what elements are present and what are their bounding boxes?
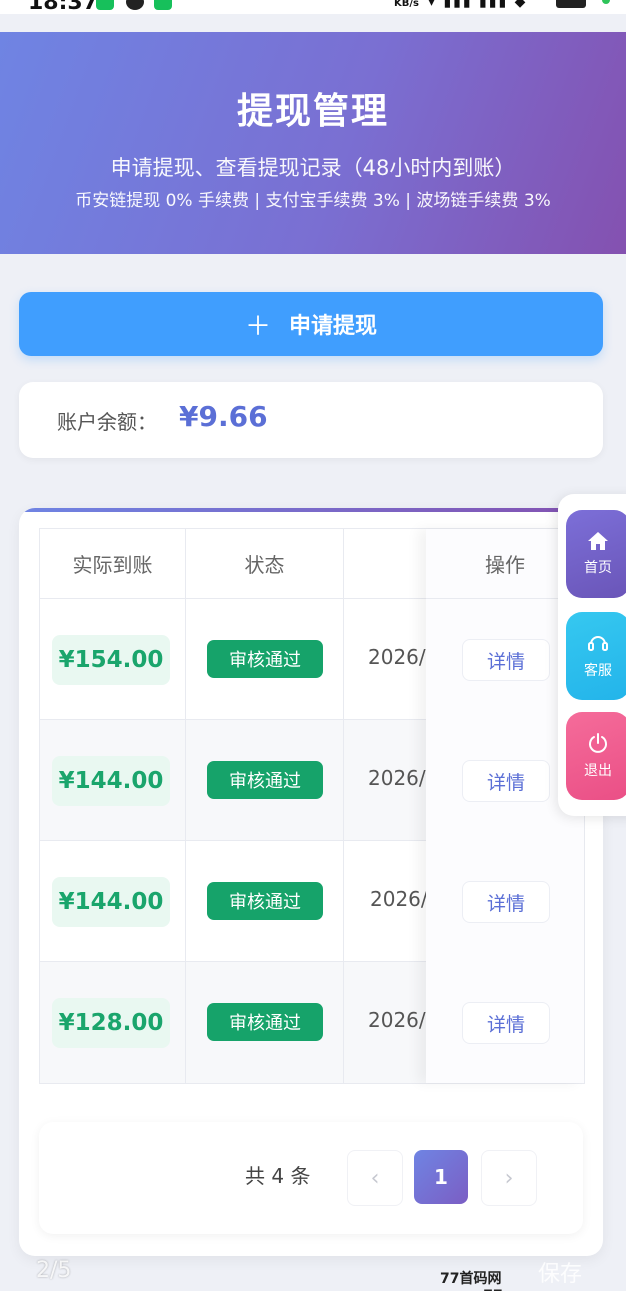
status-badge: 审核通过 [207,640,323,678]
detail-button[interactable]: 详情 [462,760,550,802]
watermark: 77首码网 www.77smw.com [440,1271,576,1291]
amount-badge: ¥144.00 [52,877,170,927]
detail-button[interactable]: 详情 [462,881,550,923]
home-label: 首页 [584,560,612,576]
header-status: 状态 [186,529,344,599]
pagination: 共 4 条 ‹ 1 › [39,1122,583,1234]
records-table[interactable]: 实际到账 状态 ¥154.00 审核通过 2026/ ¥144.00 审核通过 … [39,528,585,1084]
detail-button[interactable]: 详情 [462,1002,550,1044]
status-bar: 18:37 KB/s ▾ ▮▮▮ ▮▮▮ ◆ [0,0,626,14]
date-text: 2026/ [368,766,426,790]
qq-icon [126,0,144,10]
apply-withdraw-button[interactable]: ＋ 申请提现 [19,292,603,356]
next-page-button[interactable]: › [481,1150,537,1206]
fee-info: 币安链提现 0% 手续费 | 支付宝手续费 3% | 波场链手续费 3% [75,191,551,211]
header-amount: 实际到账 [40,529,186,599]
status-cell: 审核通过 [186,720,344,841]
home-icon [588,532,608,550]
logout-button[interactable]: 退出 [566,712,626,800]
page-header: 提现管理 申请提现、查看提现记录（48小时内到账） 币安链提现 0% 手续费 |… [0,32,626,254]
plus-icon: ＋ [244,311,271,342]
apply-withdraw-label: 申请提现 [289,314,378,339]
status-time: 18:37 [28,0,99,14]
signal-icon: ▾ ▮▮▮ ▮▮▮ ◆ [428,0,528,10]
amount-badge: ¥128.00 [52,998,170,1048]
notification-dot [602,0,610,4]
table-row: ¥154.00 [40,599,186,720]
total-count: 共 4 条 [245,1164,311,1188]
table-row: ¥144.00 [40,720,186,841]
status-cell: 审核通过 [186,962,344,1083]
page-subtitle: 申请提现、查看提现记录（48小时内到账） [110,156,516,180]
balance-label: 账户余额： [57,410,157,434]
table-row: ¥128.00 [40,962,186,1083]
service-label: 客服 [584,663,612,679]
withdraw-records-card: 实际到账 状态 ¥154.00 审核通过 2026/ ¥144.00 审核通过 … [19,508,603,1256]
status-badge: 审核通过 [207,1003,323,1041]
status-badge: 审核通过 [207,882,323,920]
balance-value: ¥9.66 [179,400,268,433]
page-1-button[interactable]: 1 [414,1150,468,1204]
home-button[interactable]: 首页 [566,510,626,598]
battery-icon [556,0,586,8]
detail-button[interactable]: 详情 [462,639,550,681]
image-page-count: 2/5 [36,1258,72,1283]
table-row: ¥144.00 [40,841,186,962]
page-title: 提现管理 [236,91,389,132]
date-text: 2026/ [368,645,426,669]
balance-card: 账户余额： ¥9.66 [19,382,603,458]
status-cell: 审核通过 [186,599,344,720]
floating-nav: 首页 客服 退出 [558,494,626,816]
prev-page-button[interactable]: ‹ [347,1150,403,1206]
net-speed: KB/s [394,0,419,9]
customer-service-button[interactable]: 客服 [566,612,626,700]
status-badge: 审核通过 [207,761,323,799]
wechat-icon [96,0,114,10]
power-icon [589,733,607,753]
date-text: 2026/ [370,887,428,911]
headset-icon [588,636,608,651]
card-accent-line [19,508,603,512]
amount-badge: ¥154.00 [52,635,170,685]
logout-label: 退出 [584,763,612,779]
chevron-left-icon: ‹ [370,1165,380,1191]
chevron-right-icon: › [504,1165,514,1191]
phone-app-icon [154,0,172,10]
date-text: 2026/ [368,1008,426,1032]
amount-badge: ¥144.00 [52,756,170,806]
withdraw-management-page: 18:37 KB/s ▾ ▮▮▮ ▮▮▮ ◆ 提现管理 申请提现、查看提现记录（… [0,0,626,1291]
status-cell: 审核通过 [186,841,344,962]
